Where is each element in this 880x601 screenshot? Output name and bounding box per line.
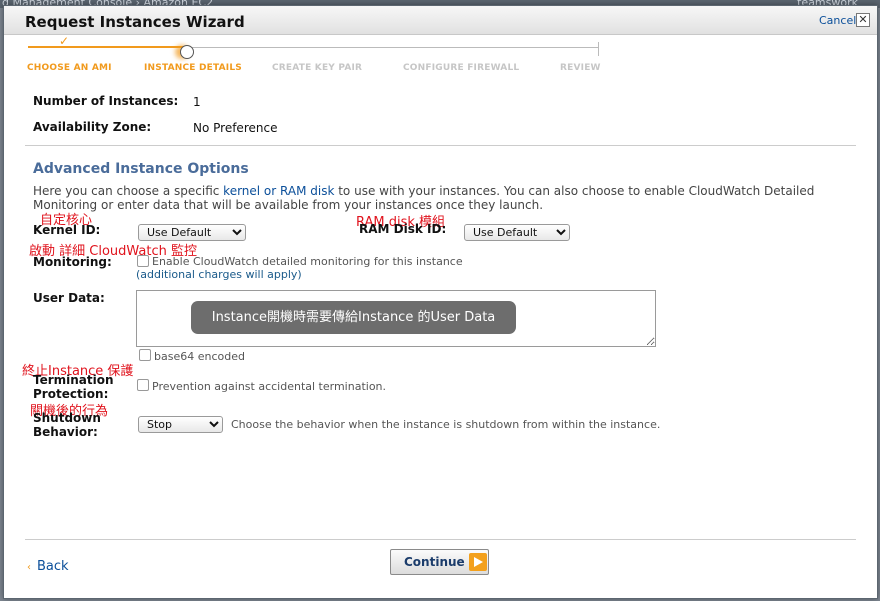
monitoring-charges-note: (additional charges will apply) <box>136 268 302 281</box>
advanced-options-description: Here you can choose a specific kernel or… <box>33 184 823 212</box>
kernel-id-label: Kernel ID: <box>33 223 101 237</box>
footer-divider <box>25 539 856 540</box>
ram-disk-id-label: RAM Disk ID: <box>359 222 447 236</box>
step-configure-firewall: CONFIGURE FIREWALL <box>403 63 520 73</box>
monitoring-checkbox-label: Enable CloudWatch detailed monitoring fo… <box>152 255 463 268</box>
back-label: Back <box>37 559 69 574</box>
base64-checkbox-label: base64 encoded <box>154 350 245 363</box>
step-done-check-icon: ✓ <box>59 34 70 48</box>
progress-completed-line <box>28 46 188 48</box>
progress-end-tick <box>598 42 599 56</box>
current-step-indicator-icon <box>180 45 194 59</box>
termination-protection-checkbox[interactable] <box>137 379 149 391</box>
play-arrow-icon <box>469 553 487 571</box>
availability-zone-label: Availability Zone: <box>33 120 152 134</box>
termination-label-line2: Protection: <box>33 387 109 401</box>
termination-label-line1: Termination <box>33 373 114 387</box>
close-icon[interactable]: ✕ <box>856 13 870 27</box>
advanced-options-title: Advanced Instance Options <box>33 161 249 177</box>
step-create-key-pair: CREATE KEY PAIR <box>272 63 363 73</box>
ram-disk-id-select[interactable]: Use Default <box>464 224 570 241</box>
step-choose-ami: CHOOSE AN AMI <box>27 63 112 73</box>
step-review: REVIEW <box>560 63 601 73</box>
user-data-label: User Data: <box>33 291 105 305</box>
kernel-ramdisk-link[interactable]: kernel or RAM disk <box>223 184 334 198</box>
dialog-title: Request Instances Wizard <box>25 13 245 31</box>
monitoring-checkbox[interactable] <box>137 255 149 267</box>
chevron-left-icon: ‹ <box>27 562 31 573</box>
shutdown-behavior-select[interactable]: Stop <box>138 416 223 433</box>
dialog-titlebar: Request Instances Wizard Cancel ✕ <box>4 6 877 35</box>
progress-remaining-line <box>188 47 598 48</box>
shutdown-label-line1: Shutdown <box>33 411 101 425</box>
cancel-link[interactable]: Cancel <box>819 14 856 27</box>
user-data-annotation-tooltip: Instance開機時需要傳給Instance 的User Data <box>191 301 516 334</box>
shutdown-behavior-description: Choose the behavior when the instance is… <box>231 418 661 431</box>
termination-checkbox-label: Prevention against accidental terminatio… <box>152 380 387 393</box>
section-divider <box>25 145 856 146</box>
kernel-id-select[interactable]: Use Default <box>138 224 246 241</box>
back-button[interactable]: ‹ Back <box>27 559 69 574</box>
num-instances-value: 1 <box>193 95 201 109</box>
num-instances-label: Number of Instances: <box>33 94 179 108</box>
desc-text-1: Here you can choose a specific <box>33 184 224 198</box>
availability-zone-value: No Preference <box>193 121 278 135</box>
step-instance-details: INSTANCE DETAILS <box>144 63 242 73</box>
continue-label: Continue <box>404 555 465 569</box>
monitoring-label: Monitoring: <box>33 255 112 269</box>
shutdown-label-line2: Behavior: <box>33 425 98 439</box>
base64-checkbox[interactable] <box>139 349 151 361</box>
continue-button[interactable]: Continue <box>390 549 489 575</box>
